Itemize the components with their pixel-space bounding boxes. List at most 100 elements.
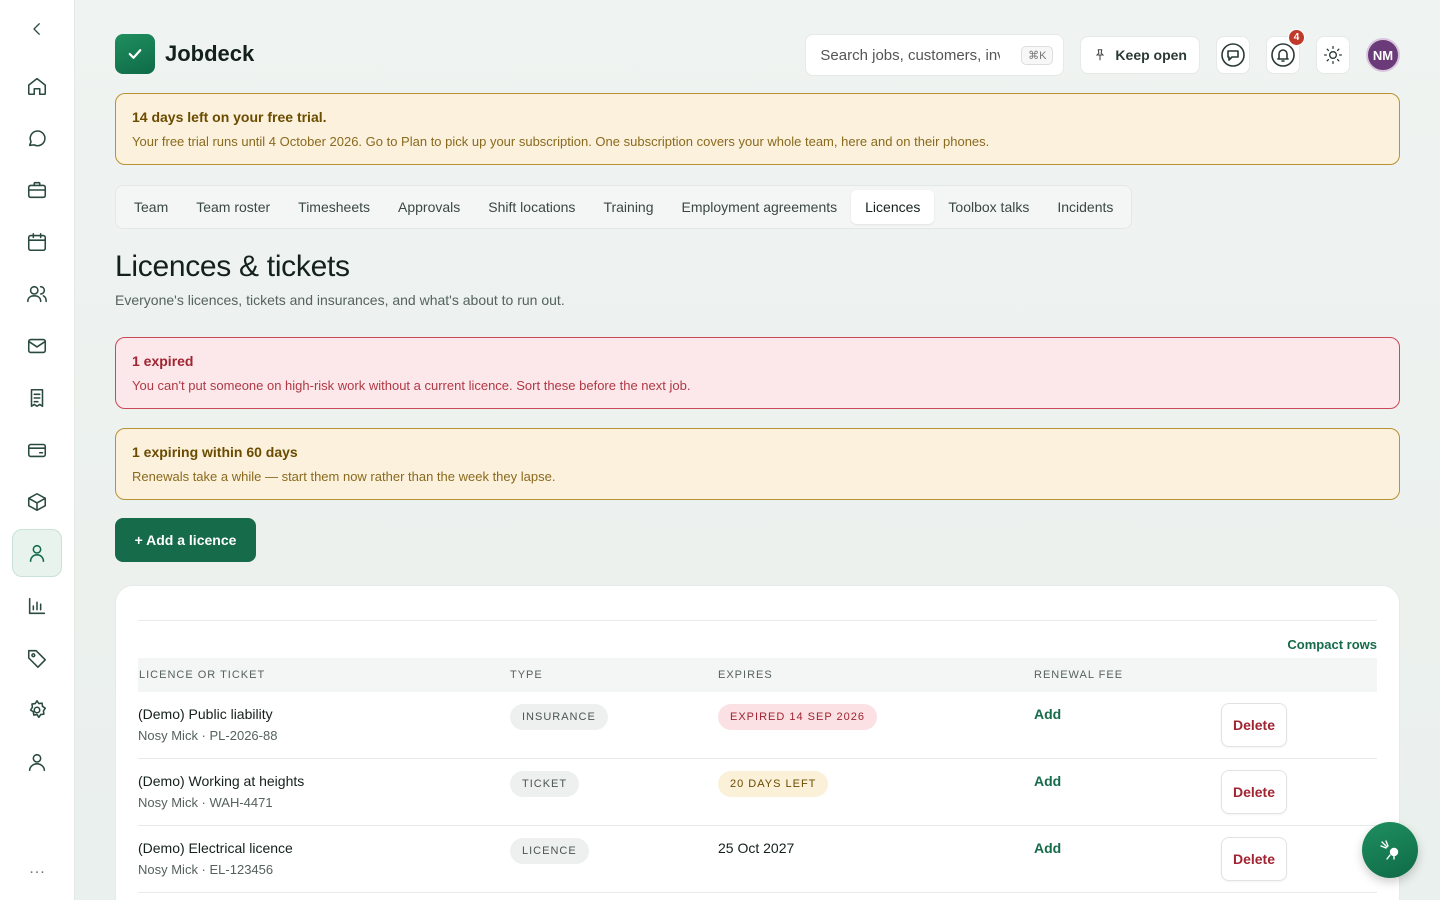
header-actions: ⌘K Keep open 4 NM (805, 29, 1400, 76)
expiring-alert-text: Renewals take a while — start them now r… (132, 469, 556, 484)
app-name: Jobdeck (165, 41, 255, 66)
assistant-fab-button[interactable] (1362, 822, 1418, 878)
type-badge: LICENCE (510, 838, 589, 864)
delete-button[interactable]: Delete (1221, 770, 1287, 814)
trial-banner-text: Your free trial runs until 4 October 202… (132, 134, 990, 149)
sidebar-more-button[interactable]: ... (0, 860, 75, 878)
pin-icon (1096, 49, 1105, 61)
theme-toggle-button[interactable] (1316, 36, 1350, 74)
expired-alert-text: You can't put someone on high-risk work … (132, 378, 691, 393)
search-input[interactable] (820, 46, 1001, 64)
tab-team[interactable]: Team (120, 190, 182, 224)
sidebar-item-pricing[interactable] (12, 634, 62, 682)
tab-shift-locations[interactable]: Shift locations (474, 190, 589, 224)
briefcase-icon (27, 181, 47, 199)
licence-holder: Nosy Mick · WAH-4471 (138, 795, 273, 810)
calendar-icon (27, 232, 47, 252)
top-bar: Jobdeck ⌘K Keep open 4 NM (115, 29, 1400, 76)
chat-icon (28, 130, 46, 147)
table-row[interactable]: (Demo) Working at heights Nosy Mick · WA… (138, 759, 1377, 826)
chevron-left-icon (33, 23, 40, 35)
sidebar-item-home[interactable] (12, 62, 62, 110)
expired-alert: 1 expired You can't put someone on high-… (115, 337, 1400, 409)
licence-holder: Nosy Mick · PL-2026-88 (138, 728, 278, 743)
page-title: Licences & tickets (115, 250, 350, 283)
bar-chart-icon (28, 597, 46, 615)
user-avatar[interactable]: NM (1366, 38, 1400, 72)
chat-button[interactable] (1216, 36, 1250, 74)
card-divider (138, 620, 1377, 621)
add-renewal-fee-link[interactable]: Add (1034, 773, 1061, 789)
sidebar-item-payments[interactable] (12, 426, 62, 474)
add-licence-button[interactable]: + Add a licence (115, 518, 256, 562)
sun-icon (1324, 46, 1342, 64)
mail-icon (27, 338, 47, 354)
column-header-expires[interactable]: Expires (718, 669, 773, 681)
expiry-date: 25 Oct 2027 (718, 840, 795, 856)
delete-button[interactable]: Delete (1221, 837, 1287, 881)
bell-icon (1271, 43, 1295, 67)
tab-approvals[interactable]: Approvals (384, 190, 474, 224)
search-box[interactable]: ⌘K (805, 34, 1065, 76)
tab-employment-agreements[interactable]: Employment agreements (668, 190, 852, 224)
compact-rows-toggle[interactable]: Compact rows (1287, 637, 1377, 652)
receipt-icon (30, 388, 44, 408)
expired-badge: EXPIRED 14 SEP 2026 (718, 704, 877, 730)
add-renewal-fee-link[interactable]: Add (1034, 840, 1061, 856)
column-header-renewal-fee[interactable]: Renewal fee (1034, 669, 1123, 681)
type-badge: INSURANCE (510, 704, 608, 730)
person-icon (29, 544, 45, 563)
tab-team-roster[interactable]: Team roster (182, 190, 284, 224)
sidebar-item-calendar[interactable] (12, 218, 62, 266)
table-row[interactable]: (Demo) Public liability Nosy Mick · PL-2… (138, 692, 1377, 759)
licence-name: (Demo) Electrical licence (138, 840, 293, 856)
box-icon (27, 492, 47, 512)
sidebar-item-mail[interactable] (12, 322, 62, 370)
tab-incidents[interactable]: Incidents (1043, 190, 1127, 224)
card-icon (27, 443, 47, 458)
page-subtitle: Everyone's licences, tickets and insuran… (115, 292, 565, 308)
keep-open-button[interactable]: Keep open (1080, 36, 1200, 74)
gear-icon (29, 700, 47, 719)
table-row[interactable]: (Demo) Electrical licence Nosy Mick · EL… (138, 826, 1377, 893)
assistant-icon (1380, 840, 1399, 860)
logo-check-icon (115, 34, 155, 74)
sidebar-item-inventory[interactable] (12, 478, 62, 526)
add-renewal-fee-link[interactable]: Add (1034, 706, 1061, 722)
table-header: Licence or ticket Type Expires Renewal f… (138, 658, 1377, 692)
tab-timesheets[interactable]: Timesheets (284, 190, 384, 224)
notification-count-badge: 4 (1288, 29, 1305, 46)
team-tabs: Team Team roster Timesheets Approvals Sh… (115, 185, 1133, 229)
sidebar-item-settings[interactable] (12, 686, 62, 734)
main-content: Jobdeck ⌘K Keep open 4 NM 14 (75, 0, 1440, 900)
expiring-alert-title: 1 expiring within 60 days (132, 444, 298, 460)
licence-holder: Nosy Mick · EL-123456 (138, 862, 274, 877)
delete-button[interactable]: Delete (1221, 703, 1287, 747)
trial-banner: 14 days left on your free trial. Your fr… (115, 93, 1400, 165)
sidebar: ... (0, 0, 75, 900)
app-logo[interactable]: Jobdeck (115, 34, 254, 74)
type-badge: TICKET (510, 771, 580, 797)
search-shortcut: ⌘K (1021, 45, 1054, 65)
users-icon (27, 285, 47, 303)
user-icon (28, 753, 46, 772)
keep-open-label: Keep open (1115, 47, 1187, 63)
sidebar-item-jobs[interactable] (12, 166, 62, 214)
expiring-alert: 1 expiring within 60 days Renewals take … (115, 428, 1400, 500)
column-header-licence[interactable]: Licence or ticket (139, 669, 265, 681)
sidebar-item-customers[interactable] (12, 270, 62, 318)
collapse-sidebar-button[interactable] (12, 5, 62, 53)
expired-alert-title: 1 expired (132, 353, 194, 369)
notifications-button[interactable]: 4 (1266, 29, 1305, 74)
sidebar-item-team[interactable] (12, 529, 62, 577)
tab-toolbox-talks[interactable]: Toolbox talks (934, 190, 1043, 224)
sidebar-item-account[interactable] (12, 738, 62, 786)
sidebar-item-messages[interactable] (12, 114, 62, 162)
tab-training[interactable]: Training (589, 190, 667, 224)
sidebar-item-invoices[interactable] (12, 374, 62, 422)
column-header-type[interactable]: Type (510, 669, 543, 681)
expiring-soon-badge: 20 DAYS LEFT (718, 771, 829, 797)
sidebar-item-reports[interactable] (12, 582, 62, 630)
tag-icon (27, 649, 47, 668)
tab-licences[interactable]: Licences (851, 190, 935, 224)
